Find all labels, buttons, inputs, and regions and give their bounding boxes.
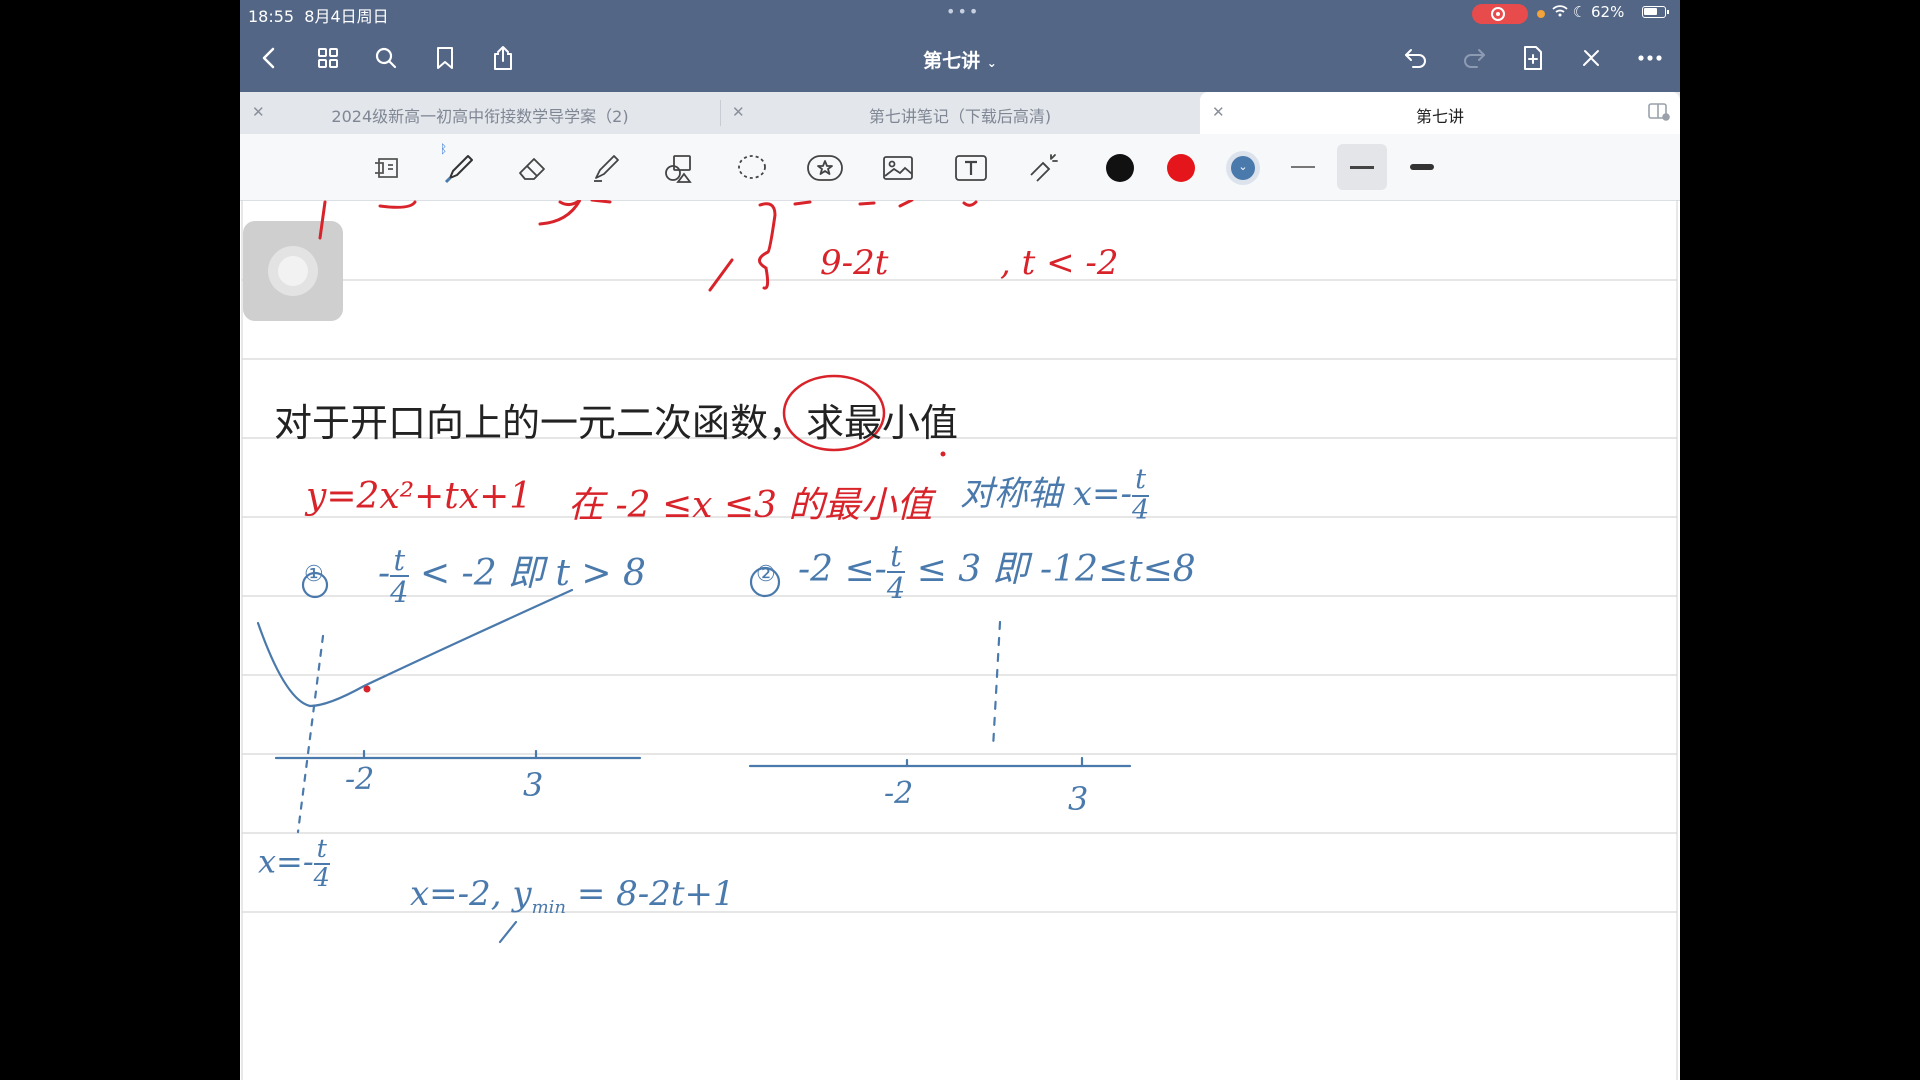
stroke-thin-button[interactable]: [1278, 144, 1328, 190]
battery-icon: [1642, 6, 1669, 18]
pen-tool-icon[interactable]: ᛒ: [438, 142, 482, 190]
thin-line-icon: [1291, 166, 1315, 168]
split-view-icon[interactable]: [1648, 103, 1670, 125]
image-tool-icon[interactable]: [876, 146, 920, 190]
top-bar: 18:55 8月4日周日 ••• ☾ 62% 第七讲 ⌄: [240, 0, 1680, 92]
stroke-medium-button[interactable]: [1337, 144, 1387, 190]
fraction: t4: [313, 834, 330, 893]
case-2-condition: -2 ≤- t 4 ≤ 3 即 -12≤t≤8: [798, 538, 1196, 605]
axis-label-text: 对称轴 x=-: [960, 474, 1132, 514]
piecewise-expression: 9-2t: [820, 243, 889, 283]
text-tool-icon[interactable]: [949, 146, 993, 190]
tab-label: 第七讲: [1415, 107, 1464, 126]
fraction: t4: [1131, 464, 1150, 526]
fraction-den: 4: [313, 862, 330, 893]
time-text: 18:55: [248, 7, 295, 26]
case-2-right: ≤ 3 即 -12≤t≤8: [916, 549, 1196, 590]
color-blue-swatch-selected[interactable]: ⌄: [1226, 151, 1260, 185]
tick-label-neg2: -2: [884, 776, 914, 811]
multitask-dots-icon[interactable]: •••: [946, 2, 980, 21]
lasso-tool-icon[interactable]: [730, 146, 774, 190]
tick-label-3: 3: [1068, 780, 1089, 818]
case-2-left: -2 ≤-: [798, 549, 887, 590]
fraction-den: 4: [390, 575, 409, 609]
axis-x-label: x=- t 4: [258, 836, 330, 892]
moon-icon: ☾: [1572, 3, 1587, 21]
heading-text: 对于开口向上的一元二次函数，求最小值: [274, 401, 959, 445]
eraser-tool-icon[interactable]: [511, 146, 555, 190]
date-text: 8月4日周日: [304, 7, 389, 26]
thick-line-icon: [1410, 164, 1434, 170]
collapse-toolbar-icon[interactable]: [1573, 40, 1609, 76]
tab-1[interactable]: ✕ 2024级新高一初高中衔接数学导学案（2): [240, 92, 720, 134]
undo-icon[interactable]: [1398, 40, 1434, 76]
fraction-num: t: [316, 834, 327, 864]
fraction-num: t: [393, 542, 406, 577]
fraction-num: t: [890, 538, 902, 573]
case-1-left: -: [378, 553, 391, 594]
stroke-thick-button[interactable]: [1397, 144, 1447, 190]
medium-line-icon: [1350, 165, 1374, 169]
chevron-down-icon: ⌄: [986, 56, 997, 70]
minimum-result: x=-2, ymin = 8-2t+1: [410, 874, 735, 918]
piecewise-condition-text: t < -2: [1021, 243, 1119, 283]
status-icons: ☾ 62%: [1552, 3, 1624, 21]
result-lhs: x=-2, y: [410, 874, 532, 914]
battery-percent: 62%: [1591, 3, 1625, 21]
fraction: t4: [886, 538, 906, 605]
tab-bar: ✕ 2024级新高一初高中衔接数学导学案（2) ✕ 第七讲笔记（下载后高清) ✕…: [240, 92, 1680, 134]
assistive-touch-button[interactable]: [243, 221, 343, 321]
case-1-right: < -2 即 t > 8: [419, 553, 646, 594]
bluetooth-icon: ᛒ: [440, 142, 448, 156]
color-red-swatch[interactable]: [1167, 154, 1195, 182]
axis-x-label-text: x=-: [258, 842, 314, 881]
color-black-swatch[interactable]: [1106, 154, 1134, 182]
sticker-tool-icon[interactable]: [803, 146, 847, 190]
tab-label: 第七讲笔记（下载后高清): [868, 107, 1052, 126]
case-1-condition: -t4 < -2 即 t > 8: [378, 542, 646, 609]
tab-label: 2024级新高一初高中衔接数学导学案（2): [331, 107, 629, 126]
redo-icon[interactable]: [1456, 40, 1492, 76]
case-2-number: ②: [756, 562, 776, 587]
result-rhs: = 8-2t+1: [576, 874, 735, 914]
highlighter-tool-icon[interactable]: [584, 146, 628, 190]
shape-tool-icon[interactable]: [657, 146, 701, 190]
fraction: t4: [390, 542, 409, 609]
note-canvas[interactable]: 9-2t , t < -2 对于开口向上的一元二次函数，求最小值 y=2x²+t…: [240, 200, 1680, 1080]
fraction-den: 4: [886, 571, 906, 605]
tab-2[interactable]: ✕ 第七讲笔记（下载后高清): [720, 92, 1200, 134]
status-time: 18:55 8月4日周日: [248, 3, 389, 27]
add-page-icon[interactable]: [1515, 40, 1551, 76]
tab-3-active[interactable]: ✕ 第七讲: [1200, 92, 1680, 134]
axis-of-symmetry: 对称轴 x=- t 4: [960, 464, 1150, 526]
ruled-lines: [241, 200, 1678, 1080]
more-icon[interactable]: [1632, 40, 1668, 76]
wifi-icon: [1552, 3, 1573, 21]
case-1-number: ①: [304, 562, 324, 587]
piecewise-condition: , t < -2: [1000, 243, 1119, 283]
result-subscript: min: [531, 896, 567, 918]
tick-label-neg2: -2: [345, 762, 375, 797]
fraction-num: t: [1135, 464, 1147, 496]
tick-label-3: 3: [523, 766, 544, 804]
mic-indicator-icon: [1537, 10, 1545, 18]
read-mode-icon[interactable]: [366, 146, 410, 190]
domain-text: 在 -2 ≤x ≤3 的最小值: [568, 485, 933, 526]
laser-pointer-icon[interactable]: [1022, 146, 1066, 190]
notes-app: 18:55 8月4日周日 ••• ☾ 62% 第七讲 ⌄ ✕ 2024级新高一初…: [240, 0, 1680, 1080]
chevron-down-icon: ⌄: [1231, 156, 1255, 180]
document-title-text: 第七讲: [923, 50, 981, 72]
screen-record-icon[interactable]: [1472, 4, 1528, 24]
function-expression: y=2x²+tx+1: [306, 476, 533, 517]
pen-toolbar: ᛒ ⌄: [240, 134, 1680, 201]
fraction-den: 4: [1131, 495, 1150, 526]
